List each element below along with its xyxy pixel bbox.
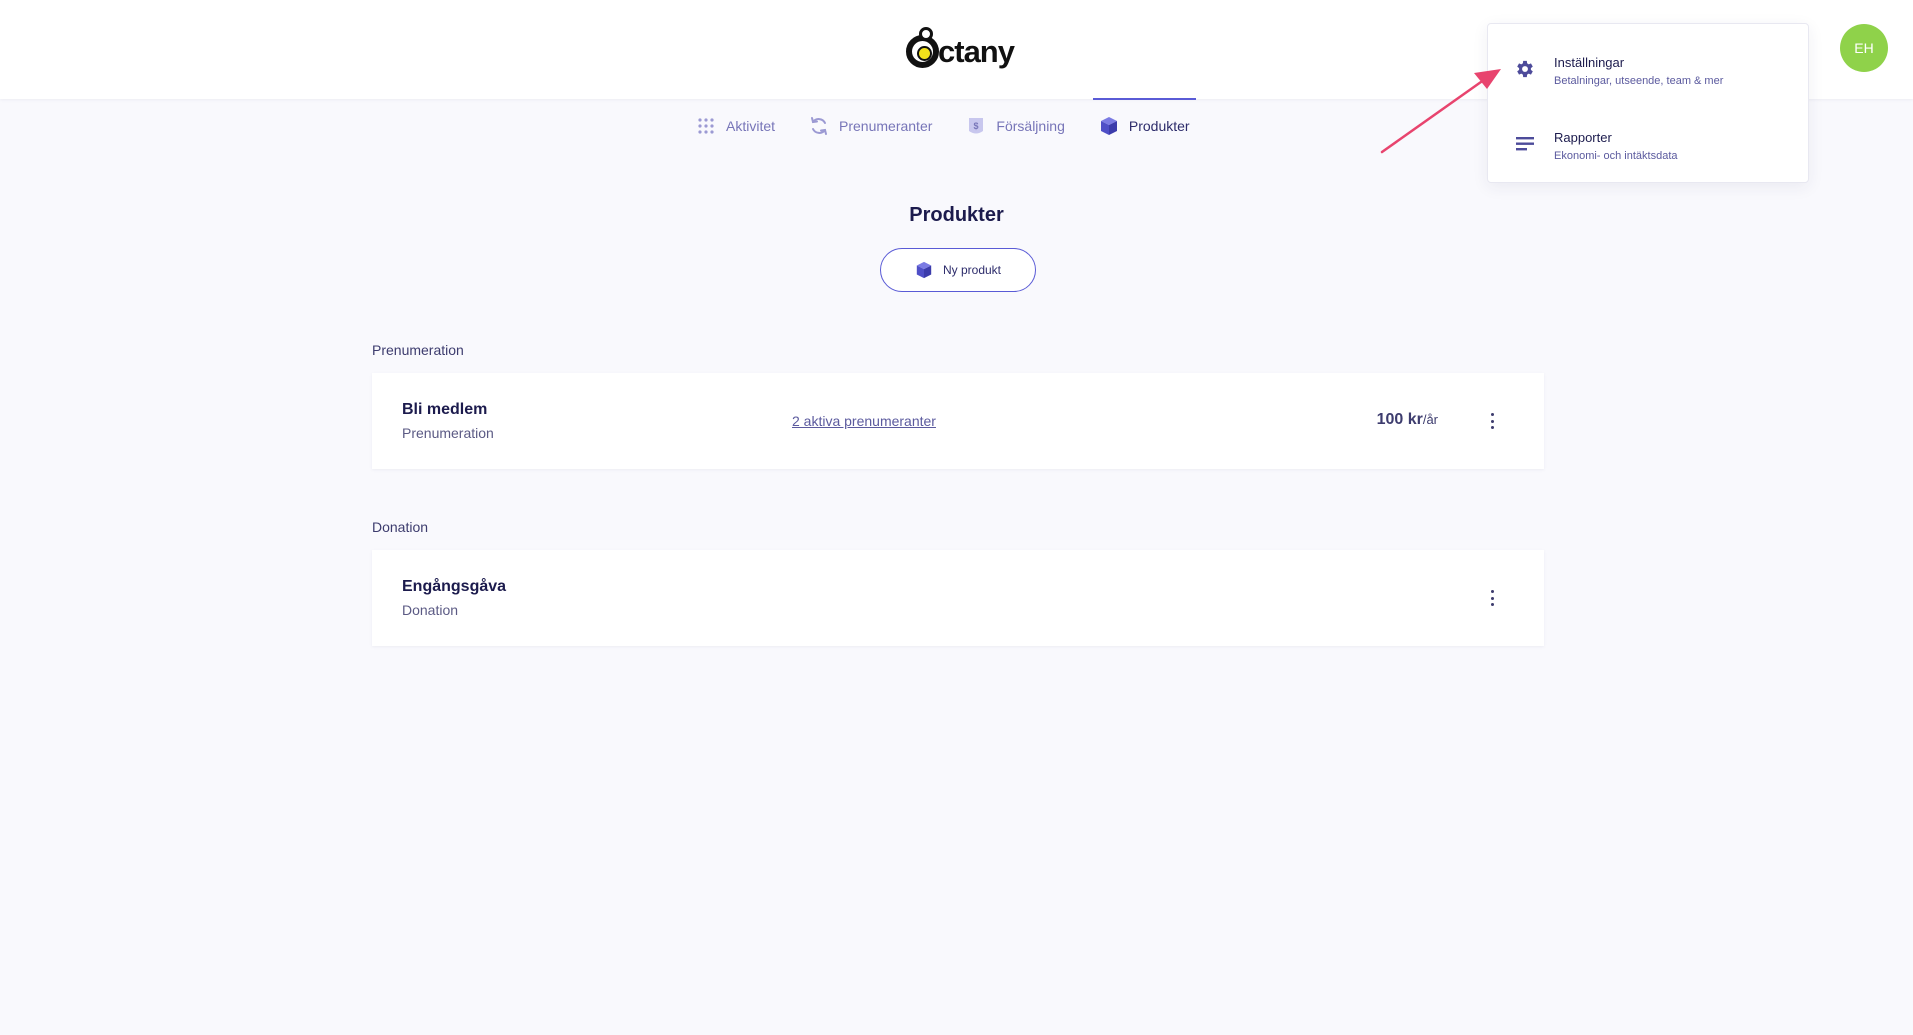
new-product-label: Ny produkt (942, 263, 1002, 277)
page-title: Produkter (909, 204, 1004, 226)
account-dropdown-menu: Inställningar Betalningar, utseende, tea… (1487, 23, 1809, 183)
tab-forsaljning[interactable]: $ Försäljning (960, 98, 1070, 154)
product-card: Bli medlem Prenumeration 2 aktiva prenum… (372, 373, 1544, 469)
receipt-icon: $ (966, 116, 986, 136)
menu-item-installningar[interactable]: Inställningar Betalningar, utseende, tea… (1488, 38, 1808, 98)
logo-text: ctany (938, 33, 1015, 69)
active-subscribers-link[interactable]: 2 aktiva prenumeranter (792, 413, 936, 429)
menu-item-title: Rapporter (1554, 130, 1612, 145)
section-label-prenumeration: Prenumeration (372, 342, 464, 358)
product-name[interactable]: Bli medlem (402, 401, 487, 419)
menu-item-title: Inställningar (1554, 55, 1625, 70)
menu-item-subtitle: Betalningar, utseende, team & mer (1554, 75, 1724, 87)
tab-label: Prenumeranter (839, 118, 933, 134)
new-product-button[interactable]: Ny produkt (880, 248, 1036, 292)
tab-aktivitet[interactable]: Aktivitet (690, 98, 781, 154)
octany-logo[interactable]: ctany (906, 26, 1015, 70)
main-nav-tabs: Aktivitet Prenumeranter $ Försäljning Pr… (690, 98, 1218, 154)
price-amount: 100 kr (1376, 411, 1423, 428)
tab-label: Aktivitet (726, 118, 776, 134)
gear-icon (1514, 58, 1536, 80)
product-name[interactable]: Engångsgåva (402, 578, 506, 596)
lines-icon (1514, 133, 1536, 155)
section-label-donation: Donation (372, 519, 429, 535)
product-type: Donation (402, 602, 459, 618)
tab-prenumeranter[interactable]: Prenumeranter (803, 98, 938, 154)
refresh-icon (809, 116, 829, 136)
product-type: Prenumeration (402, 425, 494, 441)
tab-label: Försäljning (996, 118, 1065, 134)
product-card: Engångsgåva Donation (372, 550, 1544, 646)
user-avatar[interactable]: EH (1840, 24, 1888, 72)
svg-text:$: $ (974, 121, 979, 131)
grid-icon (696, 116, 716, 136)
menu-item-rapporter[interactable]: Rapporter Ekonomi- och intäktsdata (1488, 113, 1808, 173)
box-icon (1099, 116, 1119, 136)
menu-item-subtitle: Ekonomi- och intäktsdata (1554, 150, 1678, 162)
tab-label: Produkter (1128, 118, 1190, 134)
product-price: 100 kr/år (1377, 411, 1438, 429)
logo-ring-icon (906, 26, 939, 68)
more-options-icon[interactable] (1486, 410, 1498, 432)
more-options-icon[interactable] (1486, 587, 1498, 609)
price-unit: /år (1422, 412, 1438, 427)
box-icon (915, 261, 933, 279)
tab-produkter[interactable]: Produkter (1092, 98, 1196, 154)
